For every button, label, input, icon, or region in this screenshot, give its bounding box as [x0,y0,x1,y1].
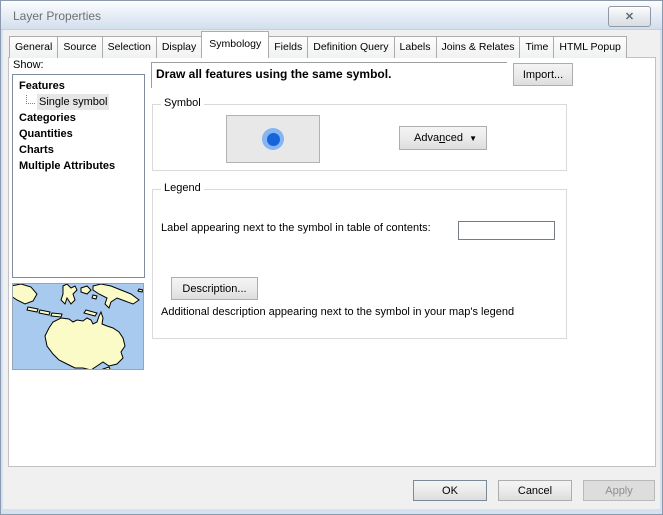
tab-general[interactable]: General [9,36,58,58]
tab-html-popup[interactable]: HTML Popup [553,36,626,58]
map-preview-svg [13,284,143,369]
close-icon: ✕ [625,10,634,23]
symbol-groupbox-title: Symbol [161,97,204,109]
window-title: Layer Properties [13,9,101,23]
close-button[interactable]: ✕ [608,6,651,27]
tree-item-features[interactable]: Features [13,78,144,94]
tab-display[interactable]: Display [156,36,202,58]
advanced-button-label: Advanced [414,132,463,144]
symbol-preview-button[interactable] [226,115,320,163]
tree-item-single-symbol-label: Single symbol [37,94,109,110]
tab-fields[interactable]: Fields [268,36,308,58]
point-symbol-icon [267,133,280,146]
advanced-dropdown-button[interactable]: Advanced ▼ [399,126,487,150]
tab-symbology[interactable]: Symbology [201,31,269,58]
cancel-button[interactable]: Cancel [498,480,572,501]
tree-item-quantities[interactable]: Quantities [13,126,144,142]
title-bar: Layer Properties [1,1,662,30]
map-preview [12,283,144,370]
tab-strip: General Source Selection Display Symbolo… [9,31,626,58]
apply-button: Apply [583,480,655,501]
tree-connector [26,95,35,104]
tab-definition-query[interactable]: Definition Query [307,36,394,58]
description-button[interactable]: Description... [171,277,258,300]
symbol-groupbox: Symbol [152,104,567,171]
legend-label-input[interactable] [458,221,555,240]
tree-item-charts[interactable]: Charts [13,142,144,158]
tree-item-multiple-attributes[interactable]: Multiple Attributes [13,158,144,174]
legend-groupbox-title: Legend [161,182,204,194]
renderer-heading: Draw all features using the same symbol. [151,62,507,88]
point-symbol-halo [262,128,284,150]
chevron-down-icon: ▼ [469,134,477,143]
import-button[interactable]: Import... [513,63,573,86]
legend-description-caption: Additional description appearing next to… [161,306,514,318]
show-label: Show: [13,59,44,71]
renderer-tree: Features Single symbol Categories Quanti… [12,74,145,278]
tab-joins-relates[interactable]: Joins & Relates [436,36,521,58]
tab-selection[interactable]: Selection [102,36,157,58]
legend-label-caption: Label appearing next to the symbol in ta… [161,222,431,234]
tab-source[interactable]: Source [57,36,102,58]
ok-button[interactable]: OK [413,480,487,501]
tree-item-single-symbol[interactable]: Single symbol [13,94,144,110]
tree-item-categories[interactable]: Categories [13,110,144,126]
tab-time[interactable]: Time [519,36,554,58]
tab-labels[interactable]: Labels [394,36,437,58]
